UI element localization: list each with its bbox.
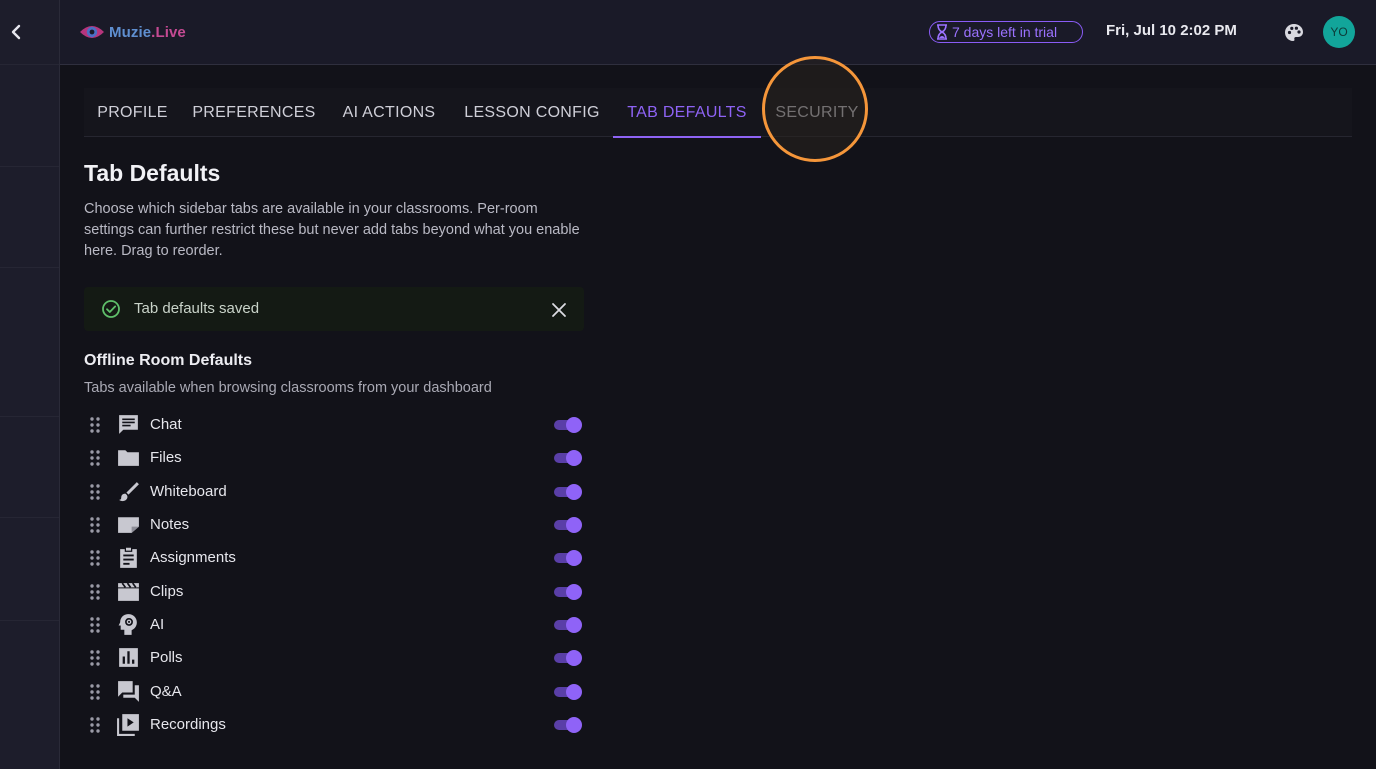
brand-name: Muzie.Live <box>109 23 186 41</box>
trial-badge[interactable]: 7 days left in trial <box>929 21 1083 43</box>
list-item-assignments: Assignments <box>84 541 584 574</box>
list-item-clips: Clips <box>84 575 584 608</box>
tab-preferences[interactable]: PREFERENCES <box>181 88 327 137</box>
toggle-whiteboard[interactable] <box>553 483 584 500</box>
chevron-left-icon <box>11 24 21 40</box>
check-circle-icon <box>102 300 120 318</box>
list-item-notes: Notes <box>84 508 584 541</box>
brand-logo[interactable]: Muzie.Live <box>79 20 186 44</box>
toggle-polls[interactable] <box>553 649 584 666</box>
tab-security[interactable]: SECURITY <box>761 88 873 137</box>
list-item-files: Files <box>84 441 584 474</box>
current-datetime: Fri, Jul 10 2:02 PM <box>1106 22 1237 39</box>
list-item-qa: Q&A <box>84 675 584 708</box>
drag-handle-icon[interactable] <box>88 683 102 701</box>
alert-close-button[interactable] <box>550 301 568 319</box>
tab-defaults-panel: Tab Defaults Choose which sidebar tabs a… <box>84 160 584 262</box>
item-label: Assignments <box>150 549 236 566</box>
palette-icon <box>1285 24 1303 41</box>
drag-handle-icon[interactable] <box>88 483 102 501</box>
item-label: Q&A <box>150 683 182 700</box>
toggle-files[interactable] <box>553 449 584 466</box>
tab-lesson-config[interactable]: LESSON CONFIG <box>451 88 613 137</box>
toggle-recordings[interactable] <box>553 716 584 733</box>
rail-divider <box>0 64 59 65</box>
success-alert: Tab defaults saved <box>84 287 584 331</box>
drag-handle-icon[interactable] <box>88 583 102 601</box>
theme-palette-button[interactable] <box>1282 21 1306 45</box>
item-label: Whiteboard <box>150 483 227 500</box>
left-rail <box>0 0 60 769</box>
drag-handle-icon[interactable] <box>88 716 102 734</box>
clipboard-icon <box>120 546 137 568</box>
trial-text: 7 days left in trial <box>952 24 1058 40</box>
brush-icon <box>119 482 139 502</box>
item-label: Clips <box>150 583 184 600</box>
toggle-notes[interactable] <box>553 516 584 533</box>
ai-head-icon <box>118 614 137 635</box>
user-avatar[interactable]: YO <box>1323 16 1355 48</box>
list-item-whiteboard: Whiteboard <box>84 475 584 508</box>
alert-message: Tab defaults saved <box>134 300 260 317</box>
list-item-polls: Polls <box>84 641 584 674</box>
tab-tab-defaults[interactable]: TAB DEFAULTS <box>613 88 761 138</box>
close-icon <box>552 303 566 317</box>
item-label: Polls <box>150 649 183 666</box>
page-description: Choose which sidebar tabs are available … <box>84 201 580 259</box>
toggle-ai[interactable] <box>553 616 584 633</box>
section-title: Offline Room Defaults <box>84 352 253 369</box>
toggle-chat[interactable] <box>553 416 584 433</box>
item-label: Chat <box>150 416 182 433</box>
toggle-clips[interactable] <box>553 583 584 600</box>
list-item-chat: Chat <box>84 408 584 441</box>
page-title: Tab Defaults <box>84 160 221 186</box>
rail-divider <box>0 267 59 268</box>
drag-handle-icon[interactable] <box>88 416 102 434</box>
eye-logo-icon <box>80 26 104 38</box>
drag-handle-icon[interactable] <box>88 516 102 534</box>
tab-profile[interactable]: PROFILE <box>84 88 181 137</box>
settings-tabs: PROFILE PREFERENCES AI ACTIONS LESSON CO… <box>84 88 1352 138</box>
rail-divider <box>0 517 59 518</box>
drag-handle-icon[interactable] <box>88 549 102 567</box>
forum-icon <box>118 681 139 702</box>
hourglass-icon <box>937 24 947 40</box>
rail-divider <box>0 416 59 417</box>
note-icon <box>118 517 139 533</box>
drag-handle-icon[interactable] <box>88 616 102 634</box>
list-item-ai: AI <box>84 608 584 641</box>
top-bar: Muzie.Live 7 days left in trial Fri, Jul… <box>60 0 1376 65</box>
list-item-recordings: Recordings <box>84 708 584 741</box>
video-library-icon <box>117 714 139 736</box>
toggle-qa[interactable] <box>553 683 584 700</box>
back-button[interactable] <box>4 18 28 46</box>
rail-divider <box>0 166 59 167</box>
chat-icon <box>119 415 138 434</box>
tab-ai-actions[interactable]: AI ACTIONS <box>327 88 451 137</box>
poll-icon <box>119 648 138 667</box>
clapperboard-icon <box>118 582 139 601</box>
toggle-assignments[interactable] <box>553 549 584 566</box>
item-label: Recordings <box>150 716 226 733</box>
drag-handle-icon[interactable] <box>88 449 102 467</box>
folder-icon <box>118 450 139 466</box>
item-label: AI <box>150 616 165 633</box>
drag-handle-icon[interactable] <box>88 649 102 667</box>
section-subtitle: Tabs available when browsing classrooms … <box>84 380 492 396</box>
item-label: Files <box>150 449 182 466</box>
item-label: Notes <box>150 516 190 533</box>
rail-divider <box>0 620 59 621</box>
